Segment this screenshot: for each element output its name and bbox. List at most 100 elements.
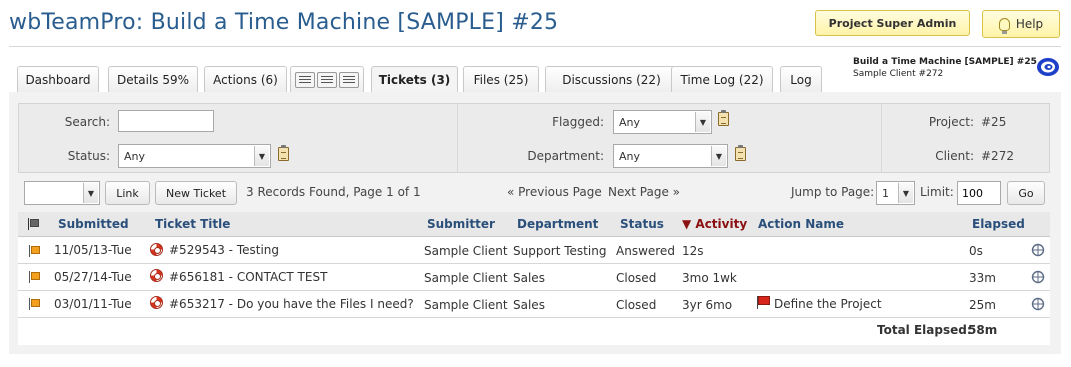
ticket-department: Sales — [513, 271, 545, 285]
department-select[interactable]: Any ▼ — [613, 144, 728, 168]
go-label: Go — [1018, 186, 1034, 200]
col-action-name[interactable]: Action Name — [758, 217, 844, 231]
compact-view-icon[interactable] — [317, 71, 337, 88]
go-button[interactable]: Go — [1007, 181, 1045, 205]
ticket-title-link[interactable]: #529543 - Testing — [169, 243, 279, 257]
department-label: Department: — [527, 149, 604, 163]
tab-label: Time Log (22) — [680, 72, 764, 87]
status-value: Any — [124, 149, 146, 163]
new-ticket-label: New Ticket — [165, 186, 227, 200]
col-status[interactable]: Status — [620, 217, 664, 231]
tab-details[interactable]: Details 59% — [108, 66, 198, 92]
chevron-down-icon: ▼ — [695, 112, 710, 132]
ticket-elapsed: 0s — [969, 244, 983, 258]
page-title: wbTeamPro: Build a Time Machine [SAMPLE]… — [9, 10, 559, 35]
lightbulb-icon — [998, 17, 1010, 34]
ticket-activity: 3mo 1wk — [682, 271, 737, 285]
flag-icon[interactable] — [29, 298, 40, 310]
col-elapsed[interactable]: Elapsed — [972, 217, 1025, 231]
ticket-status: Closed — [616, 298, 657, 312]
col-submitted[interactable]: Submitted — [58, 217, 129, 231]
col-ticket-title[interactable]: Ticket Title — [155, 217, 230, 231]
bulk-action-select[interactable]: ▼ — [24, 181, 100, 205]
flag-icon[interactable] — [29, 271, 40, 283]
chevron-down-icon: ▼ — [83, 183, 98, 203]
ticket-activity: 12s — [682, 244, 704, 258]
tab-label: Tickets (3) — [378, 73, 451, 87]
link-label: Link — [116, 186, 139, 200]
project-value: #25 — [981, 115, 1007, 129]
ticket-title-link[interactable]: #656181 - CONTACT TEST — [169, 270, 327, 284]
title-divider — [9, 46, 1061, 47]
help-label: Help — [1015, 17, 1044, 31]
tab-actions[interactable]: Actions (6) — [204, 66, 287, 92]
search-label: Search: — [64, 115, 110, 129]
ticket-status: Closed — [616, 271, 657, 285]
project-name: Build a Time Machine [SAMPLE] #25 — [853, 57, 1037, 67]
clipboard-icon[interactable] — [278, 145, 289, 161]
edit-icon[interactable] — [1030, 297, 1046, 311]
client-label: Client: — [935, 149, 974, 163]
ticket-elapsed: 25m — [969, 298, 996, 312]
total-elapsed-label: Total Elapsed: — [877, 323, 972, 337]
client-value: #272 — [981, 149, 1014, 163]
ticket-submitted: 11/05/13-Tue — [54, 243, 132, 257]
tab-label: Details 59% — [116, 72, 190, 87]
help-button[interactable]: Help — [982, 10, 1060, 38]
search-input[interactable] — [118, 110, 214, 132]
jump-to-page-label: Jump to Page: — [791, 185, 875, 199]
ticket-department: Sales — [513, 298, 545, 312]
edit-icon[interactable] — [1030, 270, 1046, 284]
tab-label: Discussions (22) — [562, 72, 661, 87]
tab-time-log[interactable]: Time Log (22) — [671, 66, 773, 92]
col-activity[interactable]: ▼ Activity — [682, 217, 747, 231]
flag-icon[interactable] — [29, 245, 40, 257]
tab-label: Dashboard — [25, 72, 91, 87]
flagged-select[interactable]: Any ▼ — [613, 110, 712, 134]
ticket-elapsed: 33m — [969, 271, 996, 285]
department-value: Any — [619, 149, 641, 163]
project-info: Build a Time Machine [SAMPLE] #25 Sample… — [853, 56, 1037, 80]
ticket-title-link[interactable]: #653217 - Do you have the Files I need? — [169, 297, 414, 311]
clipboard-icon[interactable] — [735, 145, 746, 161]
project-super-admin-button[interactable]: Project Super Admin — [815, 10, 970, 36]
ticket-submitted: 05/27/14-Tue — [54, 270, 132, 284]
chevron-down-icon: ▼ — [254, 146, 269, 166]
ticket-submitter: Sample Client — [424, 271, 508, 285]
status-label: Status: — [67, 149, 110, 163]
ticket-status: Answered — [616, 244, 675, 258]
tab-discussions[interactable]: Discussions (22) — [545, 66, 678, 92]
link-button[interactable]: Link — [105, 181, 150, 205]
jump-to-page-select[interactable]: 1 ▼ — [876, 181, 915, 205]
ticket-submitter: Sample Client — [424, 298, 508, 312]
jump-to-page-value: 1 — [882, 186, 889, 200]
ticket-action-name[interactable]: Define the Project — [774, 297, 882, 311]
tab-files[interactable]: Files (25) — [463, 66, 539, 92]
tab-dashboard[interactable]: Dashboard — [17, 66, 99, 92]
tab-label: Actions (6) — [213, 72, 278, 87]
col-department[interactable]: Department — [517, 217, 598, 231]
lifebuoy-icon — [150, 296, 163, 309]
ticket-submitted: 03/01/11-Tue — [54, 297, 132, 311]
lifebuoy-icon — [150, 269, 163, 282]
ticket-department: Support Testing — [513, 244, 607, 258]
limit-input[interactable] — [957, 181, 1001, 205]
flag-icon[interactable] — [28, 218, 39, 230]
next-page-link[interactable]: Next Page » — [608, 185, 680, 199]
detail-view-icon[interactable] — [339, 71, 359, 88]
clipboard-icon[interactable] — [718, 110, 729, 126]
new-ticket-button[interactable]: New Ticket — [155, 181, 237, 205]
status-select[interactable]: Any ▼ — [118, 144, 271, 168]
chevron-down-icon: ▼ — [898, 183, 913, 203]
tab-log[interactable]: Log — [780, 66, 822, 92]
col-submitter[interactable]: Submitter — [427, 217, 495, 231]
ticket-submitter: Sample Client — [424, 244, 508, 258]
chevron-down-icon: ▼ — [711, 146, 726, 166]
flagged-label: Flagged: — [552, 115, 604, 129]
previous-page-link[interactable]: « Previous Page — [507, 185, 602, 199]
records-summary: 3 Records Found, Page 1 of 1 — [246, 185, 421, 199]
edit-icon[interactable] — [1030, 243, 1046, 257]
tab-tickets[interactable]: Tickets (3) — [371, 66, 458, 93]
total-elapsed-value: 58m — [968, 323, 998, 337]
list-view-icon[interactable] — [295, 71, 315, 88]
